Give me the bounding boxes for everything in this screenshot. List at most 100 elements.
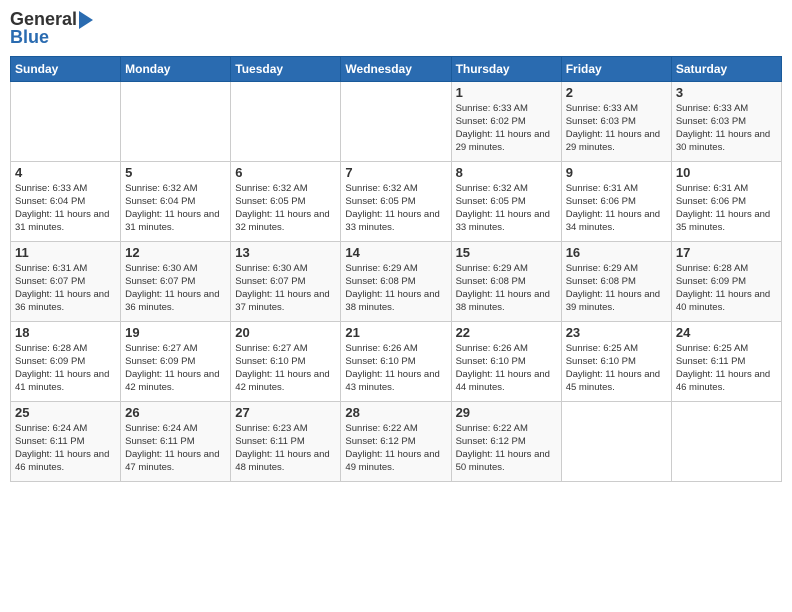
- column-header-thursday: Thursday: [451, 56, 561, 81]
- day-info: Sunrise: 6:22 AMSunset: 6:12 PMDaylight:…: [456, 422, 557, 475]
- calendar-cell: 9 Sunrise: 6:31 AMSunset: 6:06 PMDaylight…: [561, 161, 671, 241]
- calendar-cell: 6Sunrise: 6:32 AMSunset: 6:05 PMDaylight…: [231, 161, 341, 241]
- day-info: Sunrise: 6:26 AMSunset: 6:10 PMDaylight:…: [456, 342, 557, 395]
- calendar-cell: 21 Sunrise: 6:26 AMSunset: 6:10 PMDayligh…: [341, 321, 451, 401]
- calendar-week-row: 25 Sunrise: 6:24 AMSunset: 6:11 PMDayligh…: [11, 401, 782, 481]
- day-info: Sunrise: 6:33 AMSunset: 6:03 PMDaylight:…: [676, 102, 777, 155]
- day-number: 11: [15, 245, 116, 260]
- calendar-week-row: 11 Sunrise: 6:31 AMSunset: 6:07 PMDayligh…: [11, 241, 782, 321]
- day-number: 10: [676, 165, 777, 180]
- day-info: Sunrise: 6:26 AMSunset: 6:10 PMDaylight:…: [345, 342, 446, 395]
- day-number: 3: [676, 85, 777, 100]
- day-info: Sunrise: 6:24 AMSunset: 6:11 PMDaylight:…: [125, 422, 226, 475]
- day-info: Sunrise: 6:23 AMSunset: 6:11 PMDaylight:…: [235, 422, 336, 475]
- day-number: 29: [456, 405, 557, 420]
- day-info: Sunrise: 6:22 AMSunset: 6:12 PMDaylight:…: [345, 422, 446, 475]
- day-number: 20: [235, 325, 336, 340]
- day-number: 9: [566, 165, 667, 180]
- calendar-cell: 2 Sunrise: 6:33 AMSunset: 6:03 PMDaylight…: [561, 81, 671, 161]
- calendar-cell: 1 Sunrise: 6:33 AMSunset: 6:02 PMDaylight…: [451, 81, 561, 161]
- day-info: Sunrise: 6:31 AMSunset: 6:06 PMDaylight:…: [566, 182, 667, 235]
- calendar-cell: 5 Sunrise: 6:32 AMSunset: 6:04 PMDaylight…: [121, 161, 231, 241]
- calendar-cell: 14 Sunrise: 6:29 AMSunset: 6:08 PMDayligh…: [341, 241, 451, 321]
- day-info: Sunrise: 6:33 AMSunset: 6:03 PMDaylight:…: [566, 102, 667, 155]
- page-header: General Blue: [10, 10, 782, 48]
- calendar-cell: [671, 401, 781, 481]
- day-number: 27: [235, 405, 336, 420]
- day-number: 23: [566, 325, 667, 340]
- calendar-table: SundayMondayTuesdayWednesdayThursdayFrid…: [10, 56, 782, 482]
- calendar-cell: 28 Sunrise: 6:22 AMSunset: 6:12 PMDayligh…: [341, 401, 451, 481]
- logo: General Blue: [10, 10, 93, 48]
- day-number: 5: [125, 165, 226, 180]
- day-number: 24: [676, 325, 777, 340]
- calendar-cell: 20 Sunrise: 6:27 AMSunset: 6:10 PMDayligh…: [231, 321, 341, 401]
- calendar-cell: 12Sunrise: 6:30 AMSunset: 6:07 PMDayligh…: [121, 241, 231, 321]
- calendar-cell: 24 Sunrise: 6:25 AMSunset: 6:11 PMDayligh…: [671, 321, 781, 401]
- calendar-week-row: 18 Sunrise: 6:28 AMSunset: 6:09 PMDayligh…: [11, 321, 782, 401]
- day-info: Sunrise: 6:29 AMSunset: 6:08 PMDaylight:…: [456, 262, 557, 315]
- day-number: 17: [676, 245, 777, 260]
- day-number: 15: [456, 245, 557, 260]
- day-info: Sunrise: 6:32 AMSunset: 6:05 PMDaylight:…: [345, 182, 446, 235]
- calendar-cell: [561, 401, 671, 481]
- calendar-cell: 19Sunrise: 6:27 AMSunset: 6:09 PMDayligh…: [121, 321, 231, 401]
- day-info: Sunrise: 6:32 AMSunset: 6:04 PMDaylight:…: [125, 182, 226, 235]
- day-info: Sunrise: 6:24 AMSunset: 6:11 PMDaylight:…: [15, 422, 116, 475]
- day-info: Sunrise: 6:30 AMSunset: 6:07 PMDaylight:…: [125, 262, 226, 315]
- logo-arrow-icon: [79, 11, 93, 29]
- calendar-cell: 29 Sunrise: 6:22 AMSunset: 6:12 PMDayligh…: [451, 401, 561, 481]
- day-number: 28: [345, 405, 446, 420]
- day-info: Sunrise: 6:29 AMSunset: 6:08 PMDaylight:…: [566, 262, 667, 315]
- calendar-cell: [231, 81, 341, 161]
- day-info: Sunrise: 6:31 AMSunset: 6:07 PMDaylight:…: [15, 262, 116, 315]
- day-info: Sunrise: 6:27 AMSunset: 6:10 PMDaylight:…: [235, 342, 336, 395]
- calendar-cell: 17 Sunrise: 6:28 AMSunset: 6:09 PMDayligh…: [671, 241, 781, 321]
- calendar-cell: 23 Sunrise: 6:25 AMSunset: 6:10 PMDayligh…: [561, 321, 671, 401]
- day-info: Sunrise: 6:29 AMSunset: 6:08 PMDaylight:…: [345, 262, 446, 315]
- day-number: 1: [456, 85, 557, 100]
- day-number: 21: [345, 325, 446, 340]
- day-info: Sunrise: 6:32 AMSunset: 6:05 PMDaylight:…: [456, 182, 557, 235]
- day-info: Sunrise: 6:30 AMSunset: 6:07 PMDaylight:…: [235, 262, 336, 315]
- calendar-cell: 7 Sunrise: 6:32 AMSunset: 6:05 PMDaylight…: [341, 161, 451, 241]
- day-info: Sunrise: 6:25 AMSunset: 6:10 PMDaylight:…: [566, 342, 667, 395]
- day-number: 8: [456, 165, 557, 180]
- day-number: 25: [15, 405, 116, 420]
- calendar-cell: [341, 81, 451, 161]
- calendar-cell: 15 Sunrise: 6:29 AMSunset: 6:08 PMDayligh…: [451, 241, 561, 321]
- day-info: Sunrise: 6:28 AMSunset: 6:09 PMDaylight:…: [15, 342, 116, 395]
- column-header-monday: Monday: [121, 56, 231, 81]
- calendar-cell: 22 Sunrise: 6:26 AMSunset: 6:10 PMDayligh…: [451, 321, 561, 401]
- day-info: Sunrise: 6:32 AMSunset: 6:05 PMDaylight:…: [235, 182, 336, 235]
- day-info: Sunrise: 6:25 AMSunset: 6:11 PMDaylight:…: [676, 342, 777, 395]
- day-number: 4: [15, 165, 116, 180]
- day-number: 14: [345, 245, 446, 260]
- day-number: 2: [566, 85, 667, 100]
- calendar-week-row: 1 Sunrise: 6:33 AMSunset: 6:02 PMDaylight…: [11, 81, 782, 161]
- day-number: 7: [345, 165, 446, 180]
- day-info: Sunrise: 6:33 AMSunset: 6:04 PMDaylight:…: [15, 182, 116, 235]
- calendar-cell: 25 Sunrise: 6:24 AMSunset: 6:11 PMDayligh…: [11, 401, 121, 481]
- day-number: 26: [125, 405, 226, 420]
- calendar-cell: 8 Sunrise: 6:32 AMSunset: 6:05 PMDaylight…: [451, 161, 561, 241]
- day-info: Sunrise: 6:28 AMSunset: 6:09 PMDaylight:…: [676, 262, 777, 315]
- column-header-tuesday: Tuesday: [231, 56, 341, 81]
- calendar-header-row: SundayMondayTuesdayWednesdayThursdayFrid…: [11, 56, 782, 81]
- calendar-cell: 11 Sunrise: 6:31 AMSunset: 6:07 PMDayligh…: [11, 241, 121, 321]
- day-number: 22: [456, 325, 557, 340]
- logo-blue-text: Blue: [10, 28, 49, 48]
- day-info: Sunrise: 6:31 AMSunset: 6:06 PMDaylight:…: [676, 182, 777, 235]
- column-header-friday: Friday: [561, 56, 671, 81]
- day-info: Sunrise: 6:27 AMSunset: 6:09 PMDaylight:…: [125, 342, 226, 395]
- column-header-saturday: Saturday: [671, 56, 781, 81]
- calendar-cell: 3 Sunrise: 6:33 AMSunset: 6:03 PMDaylight…: [671, 81, 781, 161]
- day-number: 13: [235, 245, 336, 260]
- calendar-cell: 27 Sunrise: 6:23 AMSunset: 6:11 PMDayligh…: [231, 401, 341, 481]
- column-header-wednesday: Wednesday: [341, 56, 451, 81]
- calendar-cell: 4 Sunrise: 6:33 AMSunset: 6:04 PMDaylight…: [11, 161, 121, 241]
- column-header-sunday: Sunday: [11, 56, 121, 81]
- day-info: Sunrise: 6:33 AMSunset: 6:02 PMDaylight:…: [456, 102, 557, 155]
- day-number: 18: [15, 325, 116, 340]
- calendar-cell: 16Sunrise: 6:29 AMSunset: 6:08 PMDayligh…: [561, 241, 671, 321]
